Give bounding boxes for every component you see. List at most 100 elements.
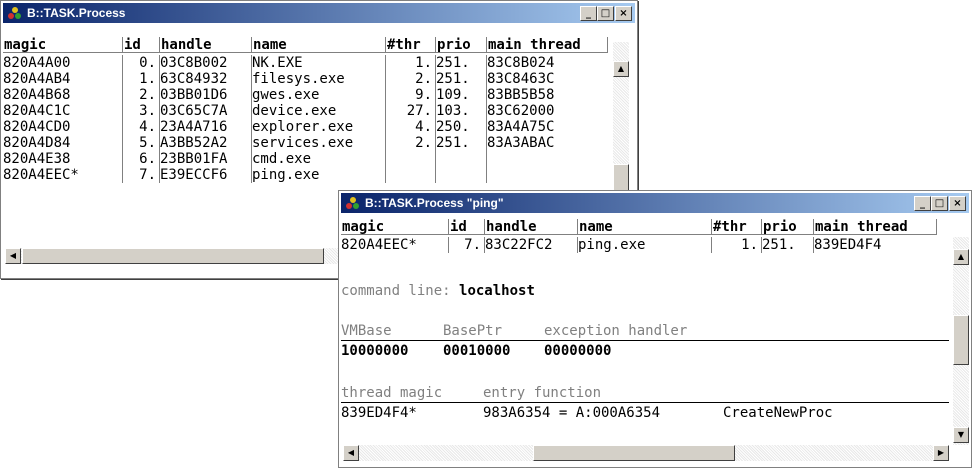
col-main-thread[interactable]: main thread <box>814 219 937 235</box>
divider <box>341 340 949 341</box>
maximize-button[interactable]: □ <box>597 6 614 21</box>
table-row[interactable]: 820A4E38 6. 23BB01FA cmd.exe <box>3 151 615 167</box>
cell-magic: 820A4AB4 <box>3 71 123 87</box>
table-row[interactable]: 820A4B68 2. 03BB01D6 gwes.exe 9. 109. 83BB5B58 <box>3 87 615 103</box>
vmbase-label: VMBase <box>341 323 392 339</box>
cell-main-thread: 83C62000 <box>487 103 555 119</box>
cell-handle: 23BB01FA <box>160 151 252 167</box>
cell-name: device.exe <box>252 103 386 119</box>
process-detail-window: B::TASK.Process "ping" _ □ × magic id ha… <box>338 190 972 468</box>
table-row[interactable]: 820A4D84 5. A3BB52A2 services.exe 2. 251. 83A3… <box>3 135 615 151</box>
arrow-left-icon[interactable]: ◀ <box>5 248 21 264</box>
cell-thr: 2. <box>386 135 436 151</box>
cell-prio: 251. <box>436 55 487 71</box>
divider <box>341 402 949 403</box>
col-id[interactable]: id <box>123 37 160 53</box>
title-bar[interactable]: B::TASK.Process "ping" _ □ × <box>341 193 969 213</box>
cell-main-thread <box>487 151 608 167</box>
arrow-up-icon[interactable]: ▲ <box>613 61 629 77</box>
col-handle[interactable]: handle <box>160 37 252 53</box>
table-row[interactable]: 820A4A00 0. 03C8B002 NK.EXE 1. 251. 83C8B024 <box>3 55 615 71</box>
table-row[interactable]: 820A4EEC* 7. E39ECCF6 ping.exe <box>3 167 615 183</box>
cell-handle: 03BB01D6 <box>160 87 252 103</box>
table-row[interactable]: 820A4C1C 3. 03C65C7A device.exe 27. 103. 83C62… <box>3 103 615 119</box>
scroll-thumb[interactable] <box>953 315 969 365</box>
close-button[interactable]: × <box>615 6 632 21</box>
table-header: magic id handle name #thr prio main thre… <box>3 37 615 54</box>
close-button[interactable]: × <box>949 196 966 211</box>
cell-handle: 03C8B002 <box>160 55 252 71</box>
title-bar[interactable]: B::TASK.Process _ □ × <box>3 3 635 23</box>
table-header: magic id handle name #thr prio main thre… <box>341 219 953 236</box>
cell-id: 2. <box>123 87 160 103</box>
cell-handle: 23A4A716 <box>160 119 252 135</box>
col-magic[interactable]: magic <box>3 37 123 53</box>
cell-magic: 820A4A00 <box>3 55 123 71</box>
col-prio[interactable]: prio <box>762 219 814 235</box>
cell-prio: 251. <box>436 135 487 151</box>
command-line: command line: localhost <box>341 283 535 299</box>
table-row[interactable]: 820A4EEC* 7. 83C22FC2 ping.exe 1. 251. 8… <box>341 237 953 253</box>
cell-thr: 1. <box>386 55 436 71</box>
col-name[interactable]: name <box>578 219 712 235</box>
cell-prio: 103. <box>436 103 487 119</box>
cell-handle: A3BB52A2 <box>160 135 252 151</box>
window-title: B::TASK.Process <box>27 6 126 20</box>
arrow-up-icon[interactable]: ▲ <box>953 249 969 265</box>
col-name[interactable]: name <box>252 37 386 53</box>
minimize-button[interactable]: _ <box>914 196 931 211</box>
cell-handle: E39ECCF6 <box>160 167 252 183</box>
vertical-scrollbar[interactable]: ▲ ▼ <box>953 237 969 445</box>
cell-magic: 820A4C1C <box>3 103 123 119</box>
cell-thr: 2. <box>386 71 436 87</box>
cell-prio: 251. <box>762 237 814 253</box>
arrow-left-icon[interactable]: ◀ <box>343 445 359 461</box>
cell-main-thread: 83C8463C <box>487 71 555 87</box>
cell-main-thread: 83A4A75C <box>487 119 555 135</box>
cell-id: 3. <box>123 103 160 119</box>
cell-main-thread: 83C8B024 <box>487 55 555 71</box>
cell-id: 0. <box>123 55 160 71</box>
cell-thr: 4. <box>386 119 436 135</box>
cell-magic: 820A4B68 <box>3 87 123 103</box>
exception-handler-value: 00000000 <box>544 343 612 359</box>
cell-name: NK.EXE <box>252 55 386 71</box>
cell-id: 4. <box>123 119 160 135</box>
table-row[interactable]: 820A4CD0 4. 23A4A716 explorer.exe 4. 250. 83A4… <box>3 119 615 135</box>
col-handle[interactable]: handle <box>485 219 578 235</box>
window-title: B::TASK.Process "ping" <box>365 196 504 210</box>
table-row[interactable]: 820A4AB4 1. 63C84932 filesys.exe 2. 251. 83C84… <box>3 71 615 87</box>
thread-magic-label: thread magic <box>341 385 443 401</box>
col-prio[interactable]: prio <box>436 37 487 53</box>
col-magic[interactable]: magic <box>341 219 449 235</box>
arrow-right-icon[interactable]: ▶ <box>933 445 949 461</box>
cell-name: ping.exe <box>252 167 386 183</box>
scroll-thumb-horizontal[interactable] <box>22 248 324 264</box>
cell-name: gwes.exe <box>252 87 386 103</box>
cell-id: 7. <box>123 167 160 183</box>
arrow-down-icon[interactable]: ▼ <box>953 427 969 443</box>
cell-main-thread: 83A3ABAC <box>487 135 555 151</box>
scroll-thumb-horizontal[interactable] <box>533 445 735 461</box>
horizontal-scrollbar[interactable]: ◀ ▶ <box>343 445 949 461</box>
cell-prio: 251. <box>436 71 487 87</box>
trace32-logo-icon <box>8 7 21 19</box>
cell-prio: 109. <box>436 87 487 103</box>
cell-id: 5. <box>123 135 160 151</box>
minimize-button[interactable]: _ <box>580 6 597 21</box>
entry-function-label: entry function <box>483 385 602 401</box>
col-thr[interactable]: #thr <box>386 37 436 53</box>
cell-handle: 83C22FC2 <box>485 237 578 253</box>
col-main-thread[interactable]: main thread <box>487 37 608 53</box>
col-thr[interactable]: #thr <box>712 219 762 235</box>
cell-prio <box>436 151 487 167</box>
maximize-button[interactable]: □ <box>931 196 948 211</box>
col-id[interactable]: id <box>449 219 485 235</box>
cell-prio: 250. <box>436 119 487 135</box>
cell-name: services.exe <box>252 135 386 151</box>
command-line-label: command line: <box>341 283 451 299</box>
cell-magic: 820A4E38 <box>3 151 123 167</box>
cell-id: 7. <box>449 237 485 253</box>
vmbase-value: 10000000 <box>341 343 409 359</box>
cell-thr <box>386 167 436 183</box>
